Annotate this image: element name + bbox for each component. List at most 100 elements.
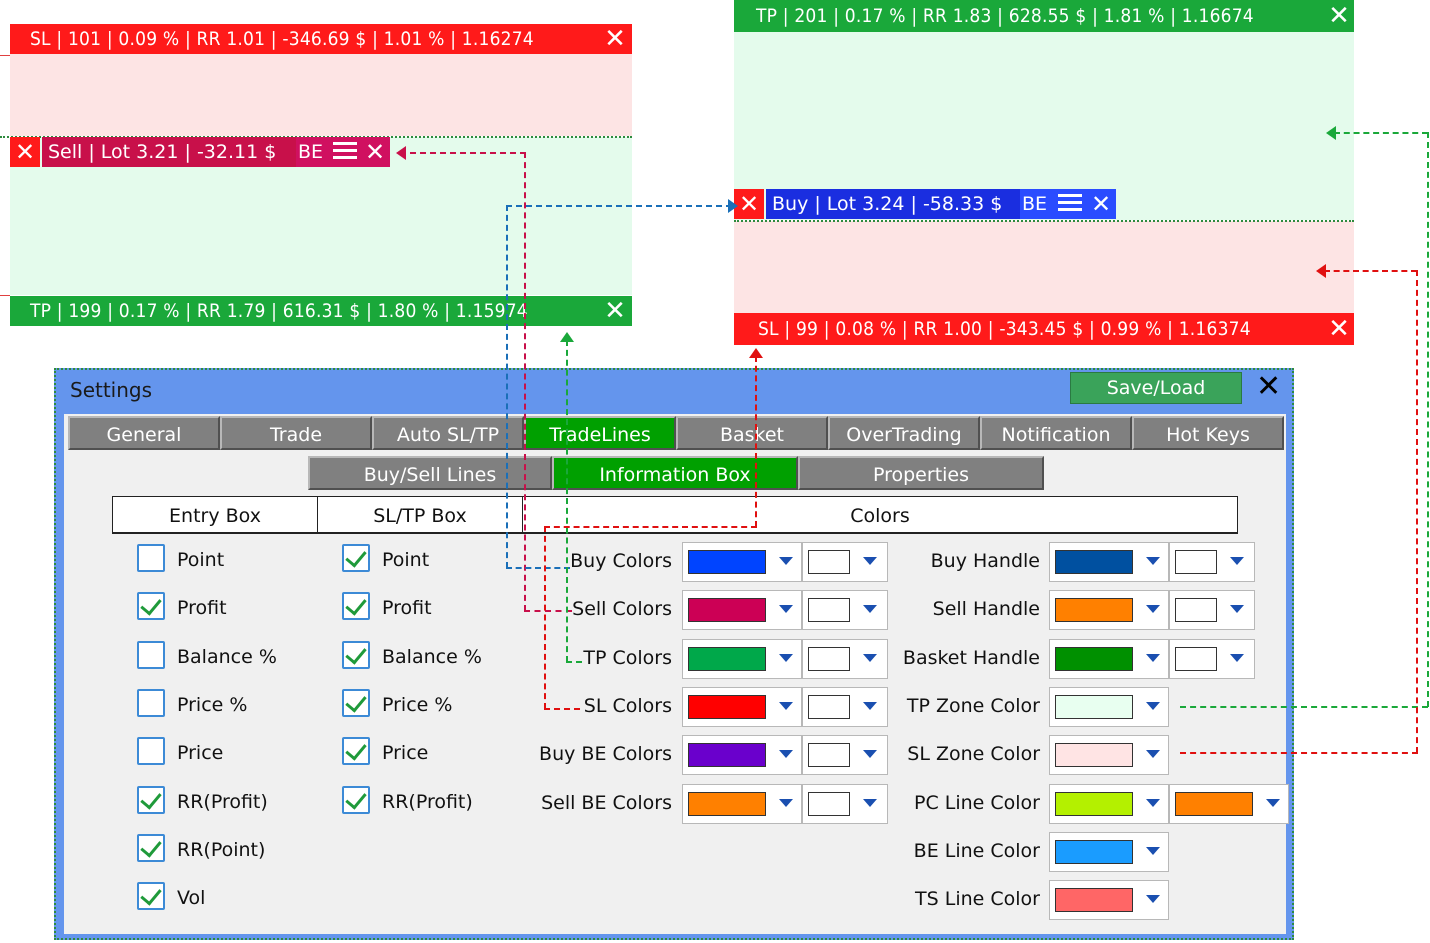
connector-tp-zone [1427,132,1429,707]
sltp-price-checkbox[interactable] [342,688,370,717]
color-swatch [688,550,766,574]
color-swatch [1175,646,1217,671]
connector-buy [506,567,570,569]
dropdown-arrow-icon[interactable] [1146,605,1160,614]
color-swatch [1055,888,1133,913]
sell-close-icon[interactable]: ✕ [360,137,390,167]
dropdown-arrow-icon[interactable] [1146,557,1160,565]
sltp-point-checkbox[interactable] [342,544,370,572]
dropdown-arrow-icon[interactable] [779,701,793,710]
sell-menu-button[interactable] [330,137,360,167]
buy-sl-close-icon[interactable]: ✕ [1324,314,1354,344]
tp-colors-primary-picker[interactable] [682,638,802,679]
subtab-buy-sell-lines[interactable]: Buy/Sell Lines [308,456,552,490]
dropdown-arrow-icon[interactable] [1146,846,1160,855]
connector-sl [544,526,546,709]
tab-overtrading[interactable]: OverTrading [828,416,980,450]
pc-line-color-primary-picker[interactable] [1049,783,1169,824]
basket-handle-secondary-picker[interactable] [1169,638,1255,679]
sltp-balance-checkbox[interactable] [342,640,370,669]
entry-price-checkbox[interactable] [137,688,165,717]
entry-profit-label: Profit [177,597,227,620]
dropdown-arrow-icon[interactable] [1266,798,1280,807]
dropdown-arrow-icon[interactable] [1230,653,1244,662]
entry-rr-profit-checkbox[interactable] [137,785,165,814]
entry-rr-point-checkbox[interactable] [137,833,165,862]
entry-balance-checkbox[interactable] [137,640,165,669]
sell-sl-close-icon[interactable]: ✕ [600,24,630,54]
buy-handle-primary-picker[interactable] [1049,542,1169,582]
dropdown-arrow-icon[interactable] [779,653,793,662]
sell-tp-bar[interactable]: TP | 199 | 0.17 % | RR 1.79 | 616.31 $ |… [10,296,632,326]
subtab-properties[interactable]: Properties [798,456,1044,490]
sell-colors-primary-picker[interactable] [682,590,802,631]
connector-sell [524,610,572,612]
color-swatch [1175,550,1217,574]
tab-auto-sl-tp[interactable]: Auto SL/TP [372,416,524,450]
sl-colors-label: SL Colors [583,694,672,717]
dropdown-arrow-icon[interactable] [779,605,793,614]
basket-handle-primary-picker[interactable] [1049,638,1169,679]
dropdown-arrow-icon[interactable] [1146,895,1160,904]
dropdown-arrow-icon[interactable] [779,557,793,565]
sell-be-button[interactable]: BE [296,137,330,167]
buy-tp-bar[interactable]: TP | 201 | 0.17 % | RR 1.83 | 628.55 $ |… [734,0,1354,32]
entry-profit-checkbox[interactable] [137,592,165,621]
tab-notification[interactable]: Notification [980,416,1132,450]
dropdown-arrow-icon[interactable] [1146,701,1160,710]
sl-zone-color-primary-picker[interactable] [1049,735,1169,776]
buy-tp-bar-text: TP | 201 | 0.17 % | RR 1.83 | 628.55 $ |… [756,5,1254,27]
tab-hot-keys[interactable]: Hot Keys [1132,416,1284,450]
arrow-up-icon [749,348,763,358]
sell-tp-close-icon[interactable]: ✕ [600,296,630,326]
dropdown-arrow-icon[interactable] [1230,605,1244,614]
tab-basket[interactable]: Basket [676,416,828,450]
buy-be-colors-primary-picker[interactable] [682,735,802,776]
sltp-rr-profit-checkbox[interactable] [342,785,370,814]
color-swatch [1055,694,1133,719]
buy-menu-button[interactable] [1054,189,1086,219]
settings-panel: Settings Save/Load ✕ General Trade Auto … [54,368,1294,940]
color-swatch [1175,598,1217,623]
buy-close-icon[interactable]: ✕ [1086,189,1116,219]
be-line-color-primary-picker[interactable] [1049,831,1169,872]
entry-vol-checkbox[interactable] [137,882,165,911]
dropdown-arrow-icon[interactable] [1146,798,1160,807]
sell-delete-icon[interactable]: ✕ [10,137,40,167]
sell-handle-secondary-picker[interactable] [1169,590,1255,631]
sell-trade-label[interactable]: Sell | Lot 3.21 | -32.11 $ [42,137,296,167]
buy-trade-label[interactable]: Buy | Lot 3.24 | -58.33 $ [766,189,1020,219]
buy-tp-close-icon[interactable]: ✕ [1324,1,1354,31]
save-load-button[interactable]: Save/Load [1070,372,1242,404]
sell-sl-bar[interactable]: SL | 101 | 0.09 % | RR 1.01 | -346.69 $ … [10,24,632,54]
tp-zone-color-primary-picker[interactable] [1049,686,1169,727]
tab-general[interactable]: General [68,416,220,450]
header-sl-tp-box: SL/TP Box [317,496,523,534]
tp-colors-label: TP Colors [583,646,672,669]
buy-be-button[interactable]: BE [1020,189,1054,219]
dropdown-arrow-icon[interactable] [779,750,793,759]
dropdown-arrow-icon[interactable] [1146,750,1160,759]
buy-be-text: BE [1022,193,1048,215]
tab-tradelines[interactable]: TradeLines [524,416,676,450]
settings-close-icon[interactable]: ✕ [1256,372,1281,402]
buy-handle-secondary-picker[interactable] [1169,542,1255,582]
ts-line-color-label: TS Line Color [915,888,1040,911]
dropdown-arrow-icon[interactable] [779,798,793,807]
sl-colors-primary-picker[interactable] [682,686,802,727]
buy-sl-bar[interactable]: SL | 99 | 0.08 % | RR 1.00 | -343.45 $ |… [734,313,1354,345]
pc-line-color-secondary-picker[interactable] [1169,783,1289,824]
tab-trade[interactable]: Trade [220,416,372,450]
buy-delete-icon[interactable]: ✕ [734,189,764,219]
entry-price-checkbox[interactable] [137,737,165,766]
entry-point-checkbox[interactable] [137,544,165,572]
dropdown-arrow-icon[interactable] [1230,557,1244,565]
subtab-information-box[interactable]: Information Box [552,456,798,490]
dropdown-arrow-icon[interactable] [1146,653,1160,662]
sltp-price-checkbox[interactable] [342,737,370,766]
buy-colors-primary-picker[interactable] [682,542,802,582]
sltp-profit-checkbox[interactable] [342,592,370,621]
sell-handle-primary-picker[interactable] [1049,590,1169,631]
sell-be-colors-primary-picker[interactable] [682,783,802,824]
ts-line-color-primary-picker[interactable] [1049,880,1169,921]
